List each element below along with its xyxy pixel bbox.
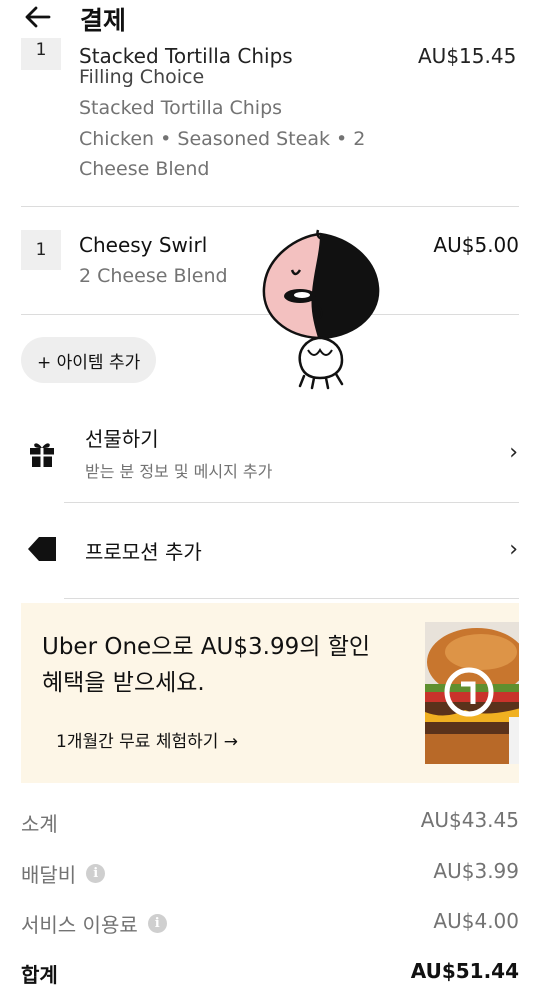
gift-subtitle: 받는 분 정보 및 메시지 추가 <box>85 462 273 481</box>
total-value: AU$51.44 <box>410 959 519 983</box>
chevron-right-icon: › <box>509 440 518 465</box>
item-price: AU$15.45 <box>418 44 517 68</box>
back-button[interactable] <box>22 4 52 30</box>
free-trial-link[interactable]: 1개월간 무료 체험하기 → <box>56 727 238 752</box>
delivery-fee-label: 배달비 i <box>21 859 106 888</box>
promo-headline-line: 혜택을 받으세요. <box>42 670 205 696</box>
divider <box>64 502 519 503</box>
info-icon[interactable]: i <box>86 864 106 883</box>
subtotal-label: 소계 <box>21 808 58 837</box>
subtotal-value: AU$43.45 <box>420 808 519 832</box>
service-fee-label-text: 서비스 이용료 <box>21 913 138 937</box>
item-name: Cheesy Swirl <box>79 233 208 257</box>
apeach-sticker <box>262 229 380 390</box>
top-bar: 결제 <box>0 0 540 38</box>
gift-title: 선물하기 <box>85 427 159 451</box>
gift-icon <box>30 443 54 467</box>
chevron-right-icon: › <box>509 537 518 562</box>
item-option-line: 2 Cheese Blend <box>79 265 228 287</box>
item-name: Stacked Tortilla Chips <box>79 44 293 68</box>
delivery-fee-label-text: 배달비 <box>21 863 77 887</box>
burger-image <box>425 622 519 764</box>
info-icon[interactable]: i <box>147 914 167 933</box>
item-option-line: Cheese Blend <box>79 158 210 180</box>
service-fee-label: 서비스 이용료 i <box>21 909 167 938</box>
uber-one-promo-card[interactable]: Uber One으로 AU$3.99의 할인 혜택을 받으세요. 1개월간 무료… <box>21 603 519 783</box>
delivery-fee-value: AU$3.99 <box>433 859 519 883</box>
page-title: 결제 <box>80 6 127 35</box>
item-option-line: Stacked Tortilla Chips <box>79 97 283 119</box>
divider <box>21 206 519 207</box>
add-item-button[interactable]: + 아이템 추가 <box>21 337 157 383</box>
service-fee-value: AU$4.00 <box>433 909 519 933</box>
total-label: 합계 <box>21 959 58 985</box>
promotion-title: 프로모션 추가 <box>85 540 202 564</box>
promo-headline-line: Uber One으로 AU$3.99의 할인 <box>42 634 371 660</box>
item-option-heading: Filling Choice <box>79 66 205 88</box>
item-price: AU$5.00 <box>433 233 519 257</box>
tag-icon <box>28 537 56 561</box>
divider <box>64 598 519 599</box>
item-quantity: 1 <box>21 230 61 270</box>
total-label-text: 합계 <box>21 963 58 985</box>
subtotal-label-text: 소계 <box>21 812 58 836</box>
promo-headline: Uber One으로 AU$3.99의 할인 혜택을 받으세요. <box>42 629 402 701</box>
arrow-left-icon <box>25 6 51 28</box>
item-option-line: Chicken • Seasoned Steak • 2 <box>79 128 366 150</box>
